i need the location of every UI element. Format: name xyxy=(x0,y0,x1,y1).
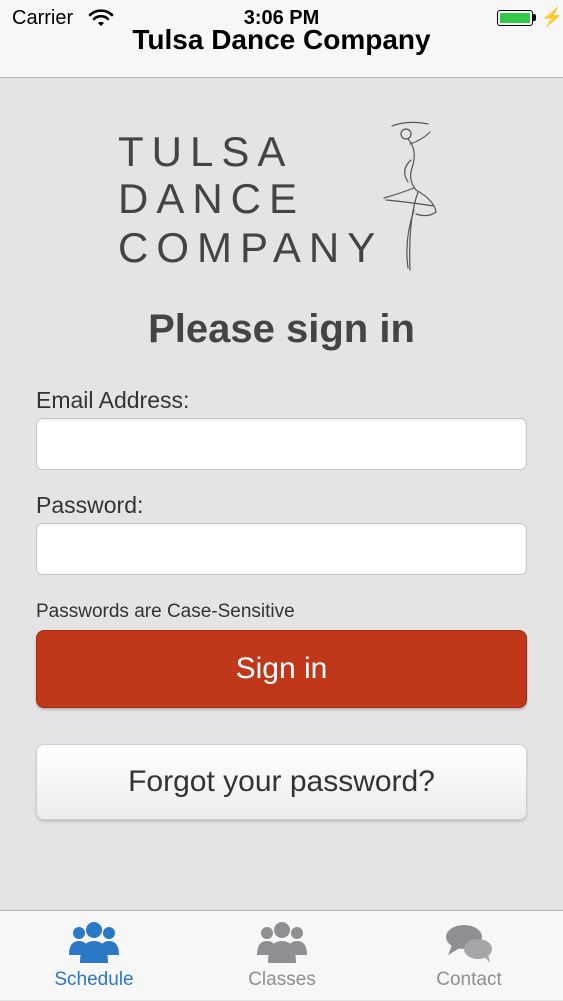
logo-line-2: DANCE xyxy=(118,175,306,222)
chat-bubbles-icon xyxy=(446,925,492,963)
tab-classes[interactable]: Classes xyxy=(188,911,376,1001)
tab-bar: Schedule Classes Contact xyxy=(0,910,563,1000)
sign-in-heading: Please sign in xyxy=(148,307,415,351)
email-field[interactable] xyxy=(36,418,527,470)
group-icon xyxy=(69,922,119,963)
status-bar: Carrier 3:06 PM ⚡ xyxy=(0,0,563,36)
tab-schedule[interactable]: Schedule xyxy=(0,911,188,1001)
forgot-password-button[interactable]: Forgot your password? xyxy=(36,744,527,820)
group-icon xyxy=(257,922,307,963)
tab-contact-label: Contact xyxy=(436,969,502,990)
battery-icon xyxy=(497,10,533,26)
dancer-figure-icon xyxy=(383,121,437,271)
case-sensitive-hint: Passwords are Case-Sensitive xyxy=(36,601,295,622)
status-time: 3:06 PM xyxy=(243,7,320,29)
tab-schedule-label: Schedule xyxy=(54,969,134,990)
sign-in-button[interactable]: Sign in xyxy=(36,630,527,708)
password-field[interactable] xyxy=(36,523,527,575)
email-label: Email Address: xyxy=(36,387,190,413)
logo-line-3: COMPANY xyxy=(118,224,384,271)
password-label: Password: xyxy=(36,492,144,518)
tab-contact[interactable]: Contact xyxy=(375,911,563,1001)
tab-classes-label: Classes xyxy=(248,969,316,990)
charging-icon: ⚡ xyxy=(541,7,563,27)
logo-line-1: TULSA xyxy=(118,128,294,175)
battery-tip xyxy=(533,14,536,21)
company-logo: TULSA DANCE COMPANY xyxy=(118,120,448,280)
